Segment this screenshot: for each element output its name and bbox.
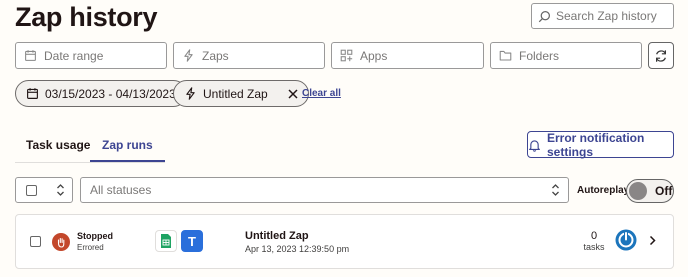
date-filter-chip-label: 03/15/2023 - 04/13/2023 — [45, 86, 176, 101]
select-all-dropdown[interactable] — [15, 177, 73, 203]
search-placeholder: Search Zap history — [556, 9, 657, 23]
folder-icon — [499, 49, 512, 62]
apps-label: Apps — [360, 48, 388, 63]
toggle-knob — [629, 182, 647, 200]
stopped-hand-icon — [52, 233, 70, 251]
run-timestamp: Apr 13, 2023 12:39:50 pm — [245, 244, 350, 254]
tab-zap-runs[interactable]: Zap runs — [102, 138, 153, 152]
date-filter-chip[interactable]: 03/15/2023 - 04/13/2023 — [15, 80, 187, 107]
power-icon[interactable] — [615, 229, 637, 251]
run-substatus: Errored — [77, 243, 104, 252]
folders-label: Folders — [519, 48, 560, 63]
text-t-icon: T — [181, 230, 203, 252]
row-checkbox[interactable] — [30, 236, 41, 247]
autoreplay-label: Autoreplay — [577, 185, 630, 196]
apps-filter[interactable]: Apps — [331, 42, 484, 69]
folders-filter[interactable]: Folders — [490, 42, 642, 69]
select-all-checkbox[interactable] — [26, 185, 37, 196]
error-notification-settings-button[interactable]: Error notification settings — [527, 130, 674, 159]
chevron-up-down-icon — [56, 183, 65, 197]
clear-all-link[interactable]: Clear all — [302, 88, 341, 99]
run-status: Stopped — [77, 231, 113, 241]
chevron-up-down-icon — [551, 183, 560, 197]
zap-filter-chip[interactable]: Untitled Zap — [173, 80, 309, 107]
google-sheets-icon — [155, 230, 177, 252]
autoreplay-state: Off — [655, 184, 673, 198]
tab-track-divider — [15, 162, 165, 163]
tasks-count-block: 0 tasks — [578, 230, 610, 252]
status-select[interactable]: All statuses — [80, 177, 569, 203]
autoreplay-toggle[interactable]: Off — [626, 179, 674, 203]
active-tab-indicator — [90, 160, 165, 162]
error-notification-settings-label: Error notification settings — [547, 130, 645, 159]
tasks-count: 0 — [590, 230, 598, 242]
tasks-label: tasks — [583, 242, 605, 252]
zap-filter-chip-label: Untitled Zap — [203, 86, 268, 101]
zap-name: Untitled Zap — [245, 230, 309, 242]
calendar-icon — [26, 87, 39, 100]
tab-task-usage[interactable]: Task usage — [26, 138, 90, 152]
date-range-filter[interactable]: Date range — [15, 42, 167, 69]
refresh-button[interactable] — [648, 42, 674, 69]
calendar-icon — [24, 49, 37, 62]
table-row[interactable]: Stopped Errored T Untitled Zap Apr 13, 2… — [15, 214, 674, 269]
close-icon[interactable] — [288, 88, 298, 99]
zaps-filter[interactable]: Zaps — [173, 42, 325, 69]
refresh-icon — [654, 49, 668, 63]
search-input[interactable]: Search Zap history — [531, 3, 674, 29]
zaps-label: Zaps — [202, 48, 229, 63]
chevron-right-icon[interactable] — [649, 235, 656, 246]
status-select-value: All statuses — [90, 183, 152, 197]
bell-icon — [528, 138, 541, 152]
date-range-label: Date range — [44, 48, 104, 63]
search-icon — [538, 10, 551, 23]
apps-grid-icon — [340, 49, 353, 62]
lightning-icon — [182, 49, 195, 62]
page-title: Zap history — [15, 2, 158, 32]
lightning-icon — [184, 87, 197, 100]
